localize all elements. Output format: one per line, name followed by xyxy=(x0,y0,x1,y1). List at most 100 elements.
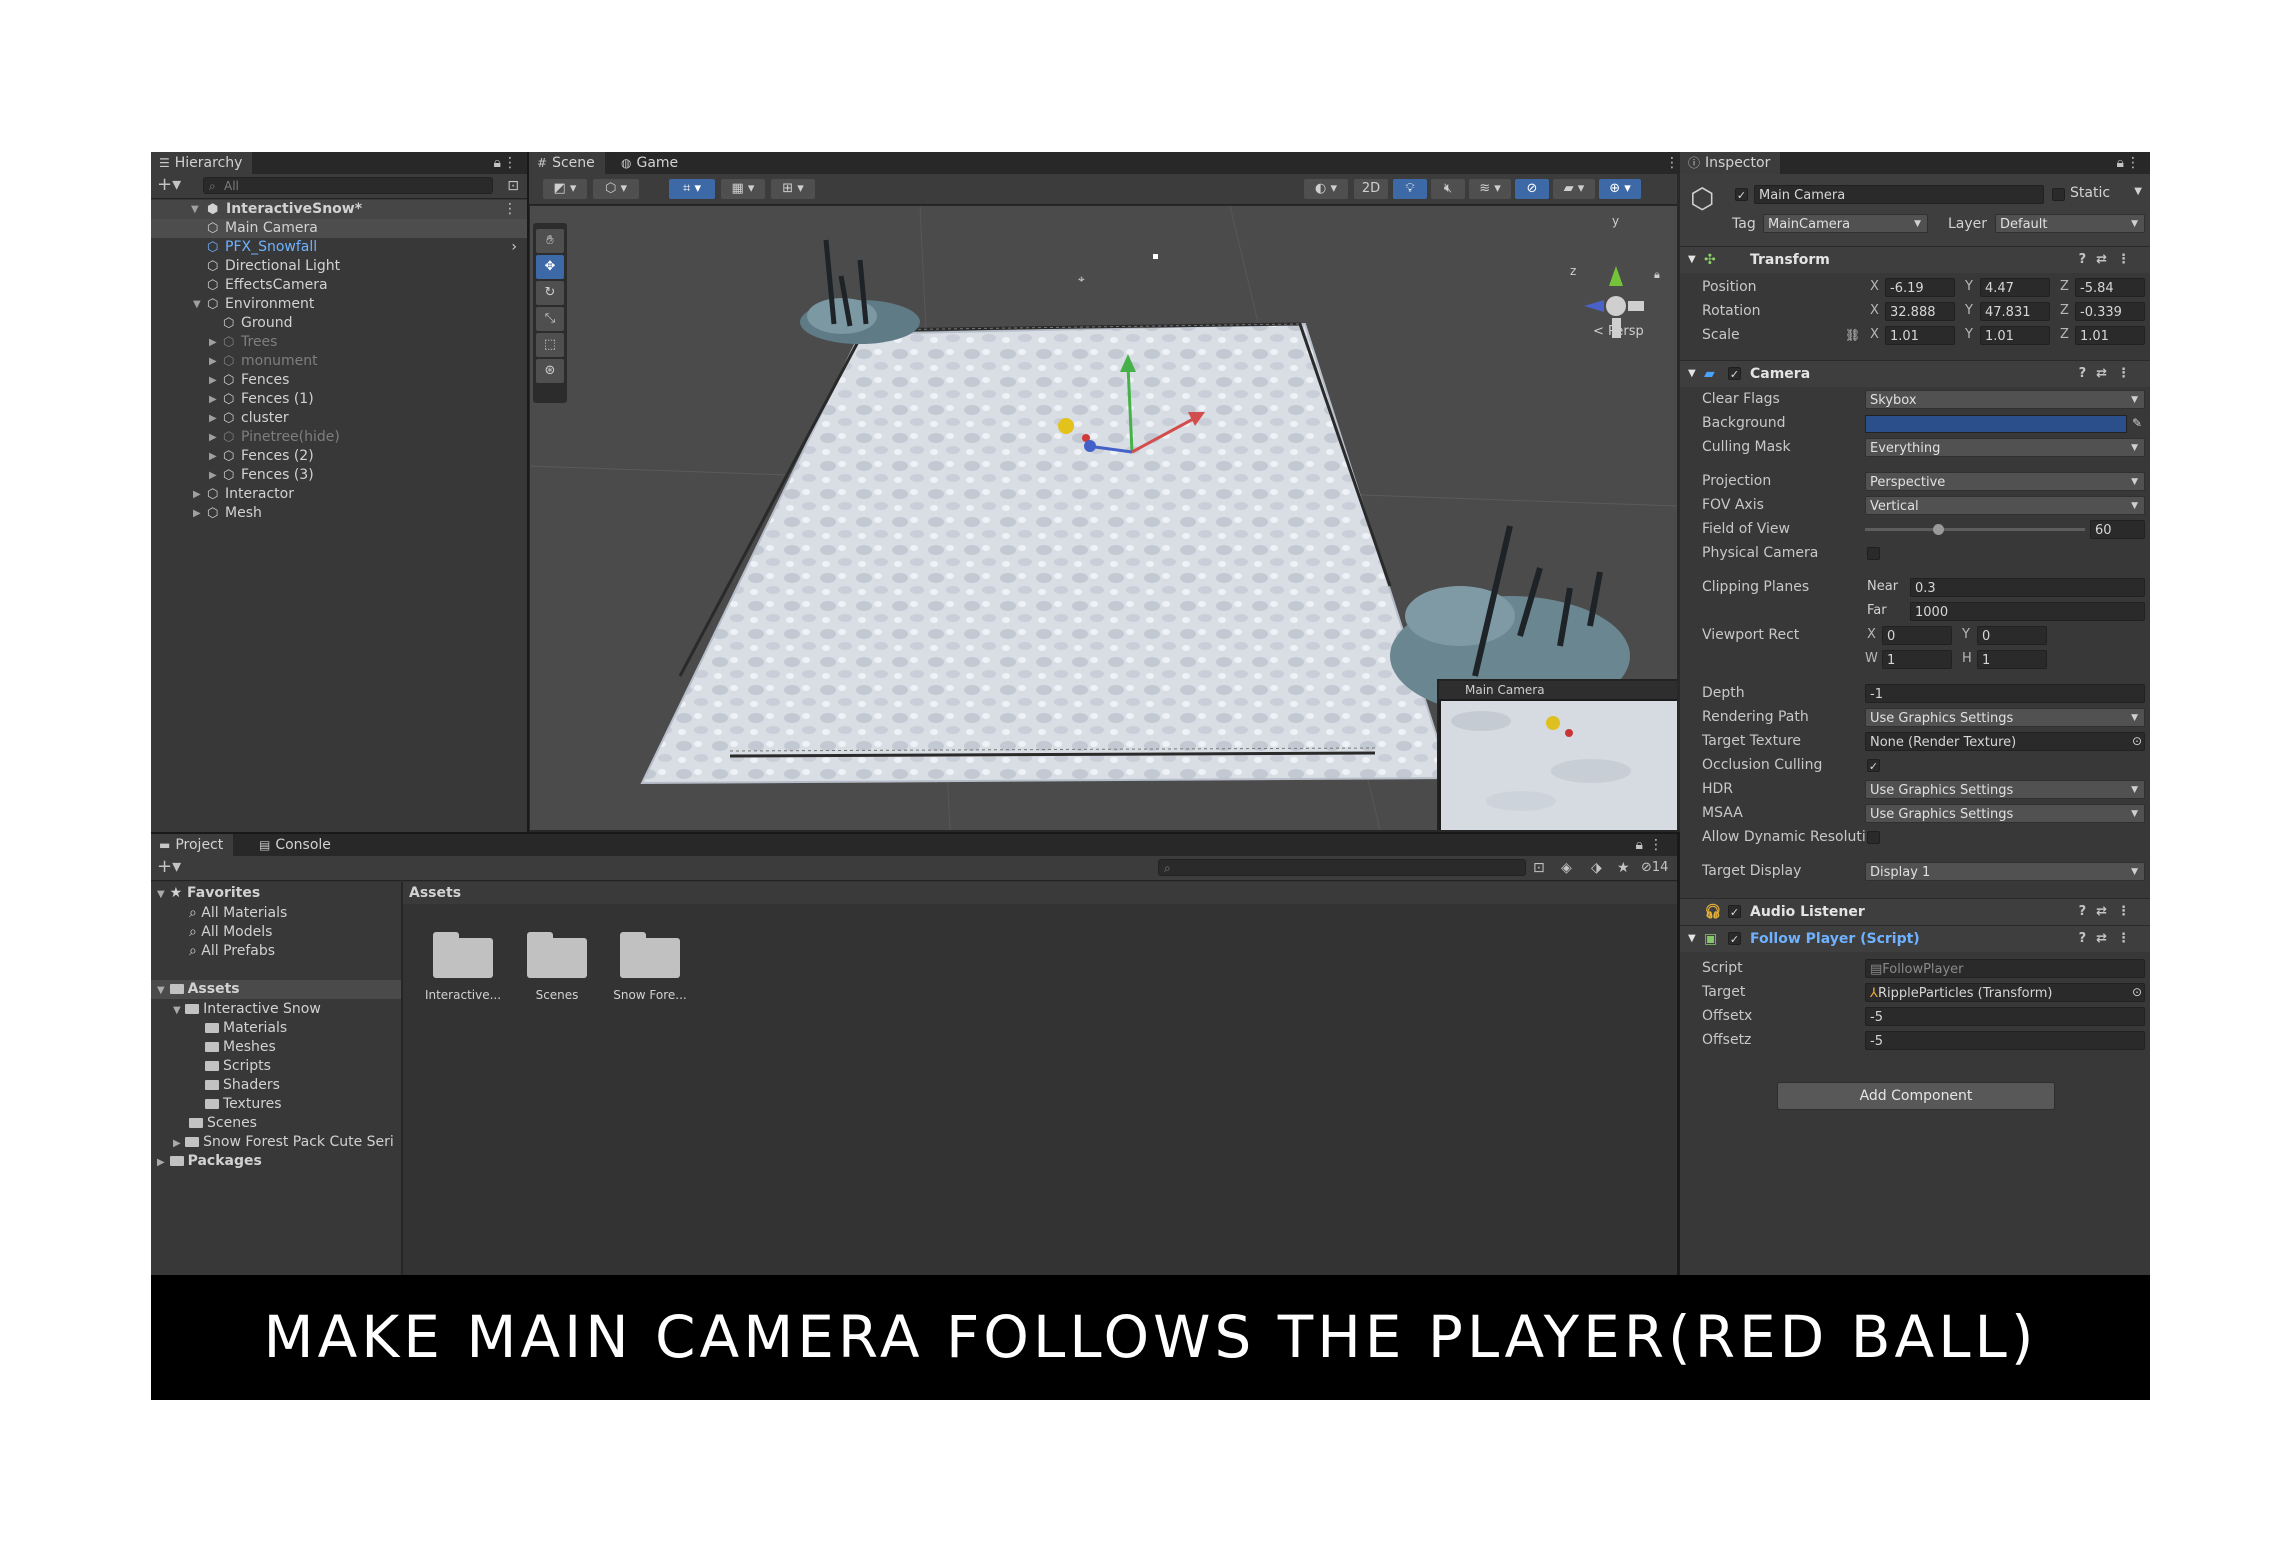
camera-settings-button[interactable]: ▰ ▾ xyxy=(1553,179,1595,199)
move-tool-button[interactable]: ✥ xyxy=(536,255,564,279)
increment-snap-button[interactable]: ⊞ ▾ xyxy=(771,179,815,199)
favorite-star-icon[interactable]: ★ xyxy=(1617,859,1630,877)
visibility-toggle-button[interactable]: ⊘ xyxy=(1515,179,1549,199)
offsetz-input[interactable]: -5 xyxy=(1865,1031,2145,1050)
audio-toggle-button[interactable]: 🔇︎ xyxy=(1431,179,1465,199)
tab-game[interactable]: ◍ Game xyxy=(613,152,688,174)
hierarchy-item[interactable]: ▶ ⬡ Pinetree(hide) xyxy=(151,428,527,447)
search-options-icon[interactable]: ⊡ xyxy=(507,177,519,195)
camera-enabled-checkbox[interactable]: ✓ xyxy=(1728,367,1741,381)
expand-arrow-icon[interactable]: ▶ xyxy=(209,352,217,371)
position-x-input[interactable]: -6.19 xyxy=(1885,278,1955,297)
scene-root-row[interactable]: ▼ ⬢ InteractiveSnow* ⋮ xyxy=(151,200,527,219)
open-prefab-icon[interactable]: › xyxy=(511,238,517,257)
folder-row-scenes[interactable]: Scenes xyxy=(189,1114,257,1133)
expand-arrow-icon[interactable]: ▶ xyxy=(209,390,217,409)
object-name-input[interactable]: Main Camera xyxy=(1754,185,2044,204)
hierarchy-item[interactable]: ⬡ Ground xyxy=(151,314,527,333)
transform-tool-button[interactable]: ⊛ xyxy=(536,359,564,383)
hierarchy-item[interactable]: ▶ ⬡ Fences (1) xyxy=(151,390,527,409)
rotation-x-input[interactable]: 32.888 xyxy=(1885,302,1955,321)
expand-arrow-icon[interactable]: ▶ xyxy=(209,333,217,352)
tag-icon[interactable]: ⬗ xyxy=(1591,859,1602,877)
hierarchy-item[interactable]: ▶ ⬡ Mesh xyxy=(151,504,527,523)
effects-toggle-button[interactable]: ≋ ▾ xyxy=(1469,179,1511,199)
folder-row-scripts[interactable]: Scripts xyxy=(205,1057,271,1076)
favorite-item[interactable]: ⌕ All Models xyxy=(189,923,272,942)
gizmos-button[interactable]: ⊕ ▾ xyxy=(1599,179,1641,199)
hand-tool-button[interactable]: ✋︎ xyxy=(536,229,564,253)
viewport-h-input[interactable]: 1 xyxy=(1977,650,2047,669)
link-icon[interactable]: ⛓︎ xyxy=(1845,324,1860,346)
collapse-arrow-icon[interactable]: ▼ xyxy=(191,200,199,219)
asset-tile-interactive[interactable]: Interactive... xyxy=(413,922,513,1012)
search-by-label-icon[interactable]: ◈ xyxy=(1561,859,1572,877)
viewport-x-input[interactable]: 0 xyxy=(1882,626,1952,645)
expand-arrow-icon[interactable]: ▶ xyxy=(193,485,201,504)
rotate-tool-button[interactable]: ↻ xyxy=(536,281,564,305)
favorite-item[interactable]: ⌕ All Prefabs xyxy=(189,942,275,961)
grid-snap-button[interactable]: ▦ ▾ xyxy=(721,179,765,199)
follow-player-checkbox[interactable]: ✓ xyxy=(1728,932,1741,946)
lighting-toggle-button[interactable]: 💡︎ xyxy=(1393,179,1427,199)
folder-row-materials[interactable]: Materials xyxy=(205,1019,287,1038)
project-lock-icon[interactable]: 🔒︎ xyxy=(1636,836,1643,854)
expand-arrow-icon[interactable]: ▶ xyxy=(209,371,217,390)
hierarchy-item[interactable]: ▶ ⬡ Fences xyxy=(151,371,527,390)
culling-mask-dropdown[interactable]: Everything ▼ xyxy=(1865,438,2145,457)
transform-header[interactable]: ▼ ✣ Transform ?⇄⋮ xyxy=(1680,246,2150,273)
hierarchy-item[interactable]: ⬡ EffectsCamera xyxy=(151,276,527,295)
target-display-dropdown[interactable]: Display 1 ▼ xyxy=(1865,862,2145,881)
hierarchy-item[interactable]: ▶ ⬡ Fences (2) xyxy=(151,447,527,466)
object-picker-icon[interactable]: ⊙ xyxy=(2132,981,2142,1003)
lock-icon[interactable]: 🔒︎ xyxy=(494,154,501,172)
layer-dropdown[interactable]: Default ▼ xyxy=(1995,214,2145,233)
viewport-w-input[interactable]: 1 xyxy=(1882,650,1952,669)
hierarchy-item[interactable]: ▶ ⬡ Interactor xyxy=(151,485,527,504)
favorites-row[interactable]: ▼ ★ Favorites xyxy=(157,884,260,903)
add-component-button[interactable]: Add Component xyxy=(1777,1082,2055,1110)
fov-slider-thumb[interactable] xyxy=(1932,524,1944,535)
folder-row-meshes[interactable]: Meshes xyxy=(205,1038,276,1057)
hierarchy-item[interactable]: ▶ ⬡ cluster xyxy=(151,409,527,428)
more-menu-icon[interactable]: ⋮ xyxy=(503,154,517,172)
rotation-y-input[interactable]: 47.831 xyxy=(1980,302,2050,321)
folder-row-shaders[interactable]: Shaders xyxy=(205,1076,280,1095)
tab-scene[interactable]: # Scene xyxy=(529,152,605,174)
pivot-button[interactable]: ⌗ ▾ xyxy=(669,179,715,199)
hierarchy-item[interactable]: ⬡ PFX_Snowfall › xyxy=(151,238,527,257)
draw-mode-button[interactable]: ◩ ▾ xyxy=(543,179,587,199)
scene-more-menu-icon[interactable]: ⋮ xyxy=(1665,154,1679,172)
search-by-type-icon[interactable]: ⊡ xyxy=(1533,859,1545,877)
far-input[interactable]: 1000 xyxy=(1910,602,2145,621)
component-help-settings-icons[interactable]: ?⇄⋮ xyxy=(2079,361,2140,387)
rect-tool-button[interactable]: ⬚ xyxy=(536,333,564,357)
project-more-icon[interactable]: ⋮ xyxy=(1649,836,1663,854)
hierarchy-item[interactable]: ▶ ⬡ Trees xyxy=(151,333,527,352)
component-help-settings-icons[interactable]: ?⇄⋮ xyxy=(2079,926,2140,952)
follow-player-header[interactable]: ▼ ▣ ✓ Follow Player (Script) ?⇄⋮ xyxy=(1680,925,2150,952)
asset-tile-snow-forest[interactable]: Snow Fore... xyxy=(600,922,700,1012)
tab-inspector[interactable]: ⓘ Inspector xyxy=(1680,152,1781,174)
folder-row-interactive-snow[interactable]: ▼ Interactive Snow xyxy=(173,1000,321,1019)
inspector-more-icon[interactable]: ⋮ xyxy=(2126,154,2140,172)
hierarchy-item[interactable]: ⬡ Main Camera xyxy=(151,219,527,238)
component-help-settings-icons[interactable]: ?⇄⋮ xyxy=(2079,247,2140,273)
rendering-path-dropdown[interactable]: Use Graphics Settings ▼ xyxy=(1865,708,2145,727)
favorite-item[interactable]: ⌕ All Materials xyxy=(189,904,287,923)
add-object-button[interactable]: +▾ xyxy=(157,176,181,194)
target-texture-field[interactable]: None (Render Texture) xyxy=(1865,732,2145,751)
scene-more-icon[interactable]: ⋮ xyxy=(503,200,517,218)
expand-arrow-icon[interactable]: ▶ xyxy=(209,428,217,447)
active-checkbox[interactable]: ✓ xyxy=(1735,188,1748,202)
breadcrumb-assets[interactable]: Assets xyxy=(409,885,461,901)
toggle-2d-button[interactable]: 2D xyxy=(1354,179,1388,199)
project-search-input[interactable]: ⌕ xyxy=(1158,859,1526,876)
hdr-dropdown[interactable]: Use Graphics Settings ▼ xyxy=(1865,780,2145,799)
hierarchy-item[interactable]: ⬡ Directional Light xyxy=(151,257,527,276)
component-help-settings-icons[interactable]: ?⇄⋮ xyxy=(2079,899,2140,925)
tab-project[interactable]: ▬ Project xyxy=(151,834,234,856)
object-picker-icon[interactable]: ⊙ xyxy=(2132,730,2142,752)
eyedropper-icon[interactable]: ✎ xyxy=(2132,412,2142,434)
viewport-y-input[interactable]: 0 xyxy=(1977,626,2047,645)
